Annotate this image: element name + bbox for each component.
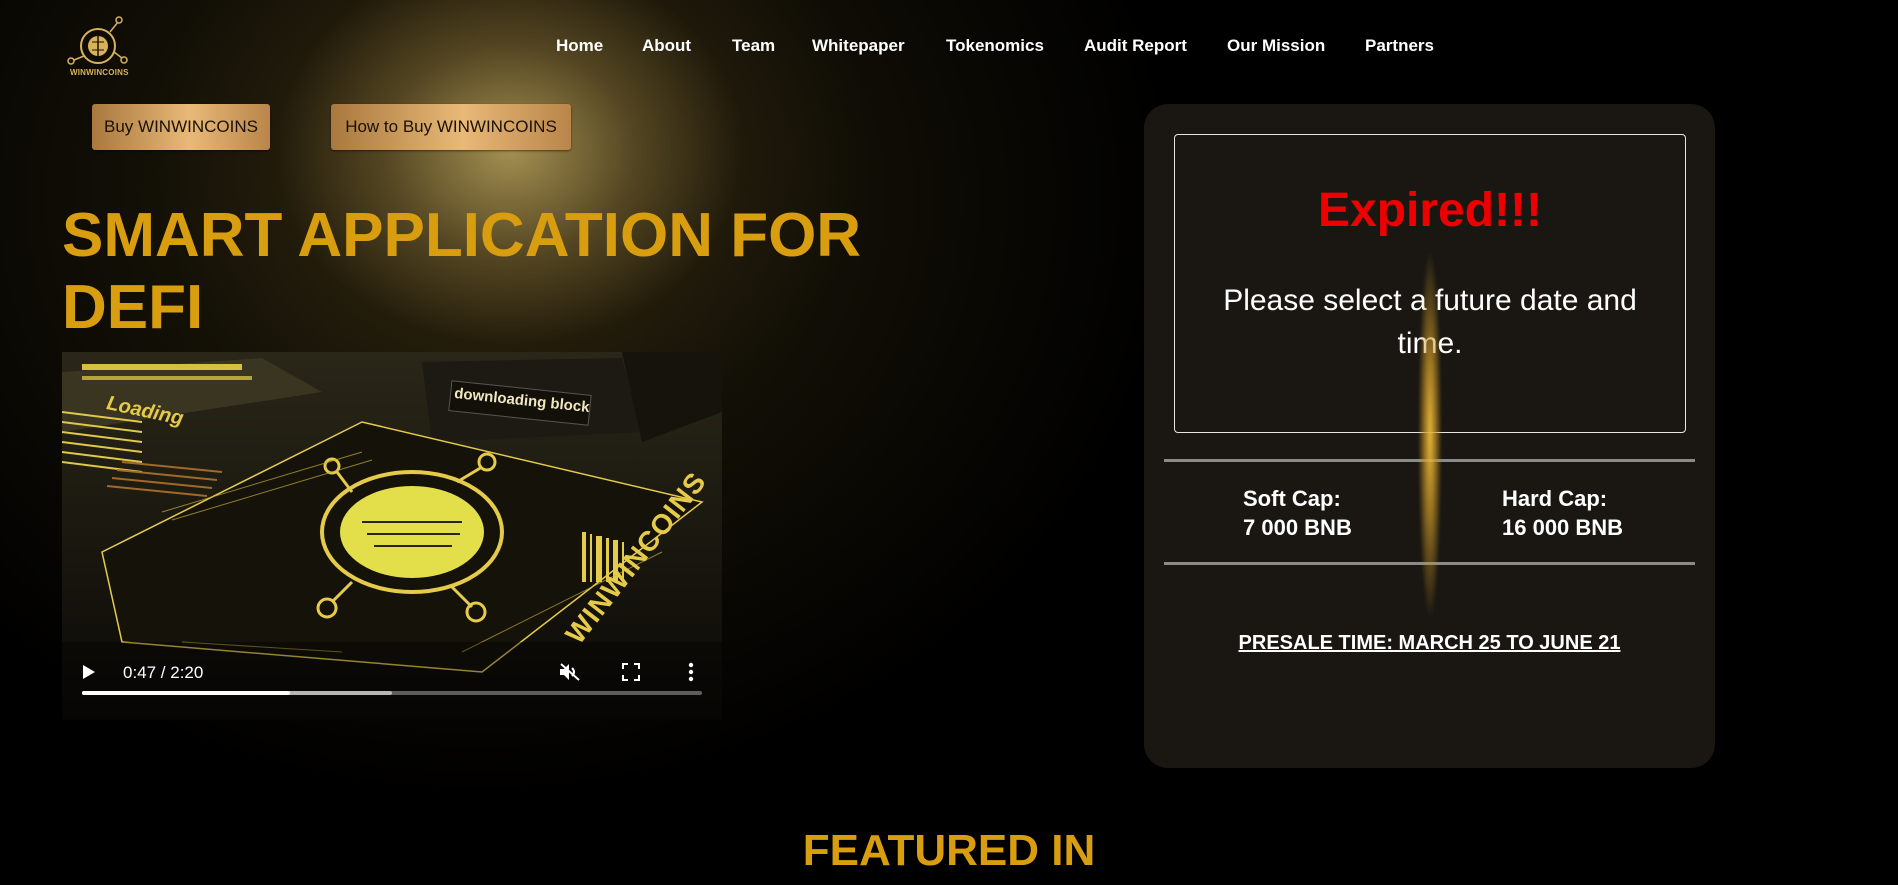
mute-icon[interactable]	[559, 662, 581, 687]
main-nav: Home About Team Whitepaper Tokenomics Au…	[0, 36, 1898, 60]
nav-about[interactable]: About	[642, 36, 691, 56]
promo-video-player[interactable]: Loading downloading block WINWINCOINS 0:…	[62, 352, 722, 720]
nav-team[interactable]: Team	[732, 36, 775, 56]
hard-cap: Hard Cap: 16 000 BNB	[1502, 484, 1623, 542]
nav-home[interactable]: Home	[556, 36, 603, 56]
nav-partners[interactable]: Partners	[1365, 36, 1434, 56]
soft-cap-label: Soft Cap:	[1243, 486, 1341, 511]
nav-audit-report[interactable]: Audit Report	[1084, 36, 1187, 56]
nav-our-mission[interactable]: Our Mission	[1227, 36, 1325, 56]
play-icon[interactable]	[82, 664, 96, 685]
fullscreen-icon[interactable]	[622, 663, 640, 686]
countdown-expired-text: Expired!!!	[1317, 184, 1542, 237]
video-progress-bar[interactable]	[82, 691, 702, 695]
presale-time-link[interactable]: PRESALE TIME: MARCH 25 TO JUNE 21	[1144, 632, 1715, 655]
video-time: 0:47 / 2:20	[123, 663, 204, 682]
featured-in-heading: FEATURED IN	[802, 826, 1096, 875]
nav-tokenomics[interactable]: Tokenomics	[946, 36, 1044, 56]
how-to-buy-button[interactable]: How to Buy WINWINCOINS	[331, 104, 571, 150]
hero-headline: SMART APPLICATION FOR DEFI	[62, 201, 862, 342]
hard-cap-value: 16 000 BNB	[1502, 515, 1624, 540]
video-progress-fill	[82, 691, 291, 695]
nav-whitepaper[interactable]: Whitepaper	[812, 36, 905, 56]
logo-text: WINWINCOINS	[70, 68, 129, 77]
buy-winwincoins-button[interactable]: Buy WINWINCOINS	[92, 104, 270, 150]
light-streak-decoration	[1418, 250, 1442, 620]
soft-cap-value: 7 000 BNB	[1243, 515, 1352, 540]
soft-cap: Soft Cap: 7 000 BNB	[1243, 484, 1352, 542]
hard-cap-label: Hard Cap:	[1502, 486, 1608, 511]
more-options-icon[interactable]	[688, 662, 694, 687]
